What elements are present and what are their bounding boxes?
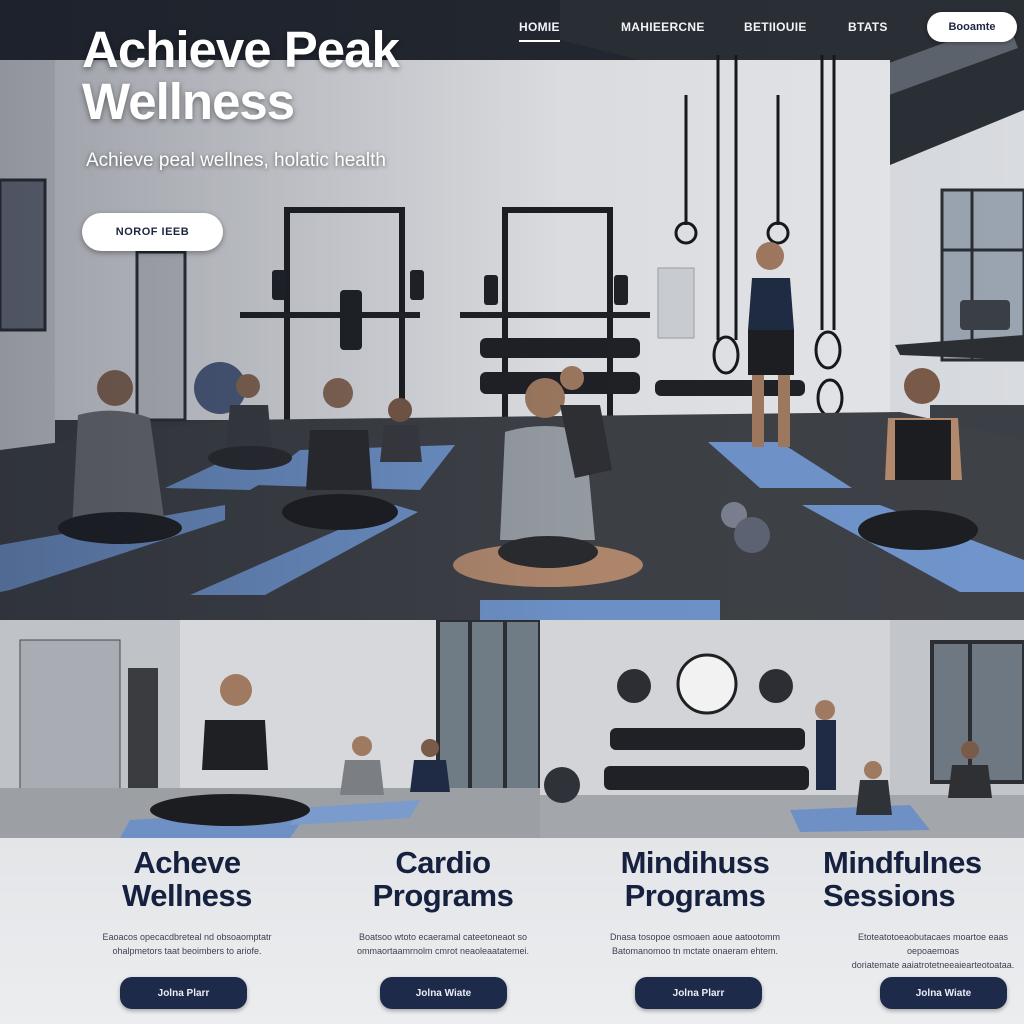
feature-card-mindfulness-sessions: Mindfulnes Sessions Etoteatotoeaobutacae… xyxy=(815,838,1024,1024)
gallery-photo-yoga-studio xyxy=(0,620,540,838)
nav-book-button[interactable]: Booamte xyxy=(927,12,1017,42)
card-title: Cardio Programs xyxy=(372,845,514,913)
feature-card-mindfulness-programs: Mindihuss Programs Dnasa tosopoe osmoaen… xyxy=(565,838,825,1024)
nav-link-memberships[interactable]: MAHIEERCNE xyxy=(621,20,705,34)
feature-card-cardio: Cardio Programs Boatsoo wtoto ecaeramal … xyxy=(313,838,573,1024)
card-description: Dnasa tosopoe osmoaen aoue aatootomm Bat… xyxy=(609,932,781,956)
card-join-button[interactable]: Jolna Wiate xyxy=(380,977,507,1009)
hero-cta-button[interactable]: NOROF IEEB xyxy=(82,213,223,251)
card-title: Mindfulnes Sessions xyxy=(823,845,982,913)
card-title: Mindihuss Programs xyxy=(620,845,770,913)
feature-card-wellness: Acheve Wellness Eaoacos opecacdbreteal n… xyxy=(57,838,317,1024)
hero-section: HOMIE MAHIEERCNE BETIIOUIE BTATS Booamte… xyxy=(0,0,1024,620)
card-join-button[interactable]: Jolna Plarr xyxy=(635,977,762,1009)
card-description: Etoteatotoeaobutacaes moartoe eaas oepoa… xyxy=(851,932,1015,970)
nav-link-home[interactable]: HOMIE xyxy=(519,20,560,42)
hero-title: Achieve Peak Wellness xyxy=(82,21,400,130)
top-nav: HOMIE MAHIEERCNE BETIIOUIE BTATS Booamte xyxy=(505,12,1024,46)
card-description: Eaoacos opecacdbreteal nd obsoaomptatr o… xyxy=(102,932,272,956)
nav-link-stats[interactable]: BTATS xyxy=(848,20,888,34)
gallery-strip xyxy=(0,620,1024,838)
hero-subtitle: Achieve peal wellnes, holatic health xyxy=(86,150,386,171)
nav-link-services[interactable]: BETIIOUIE xyxy=(744,20,807,34)
card-title: Acheve Wellness xyxy=(122,845,252,913)
card-join-button[interactable]: Jolna Wiate xyxy=(880,977,1007,1009)
gallery-photo-group-class xyxy=(540,620,1024,838)
feature-cards: Acheve Wellness Eaoacos opecacdbreteal n… xyxy=(0,838,1024,1024)
card-description: Boatsoo wtoto ecaeramal cateetoneaot so … xyxy=(356,932,530,956)
card-join-button[interactable]: Jolna Plarr xyxy=(120,977,247,1009)
